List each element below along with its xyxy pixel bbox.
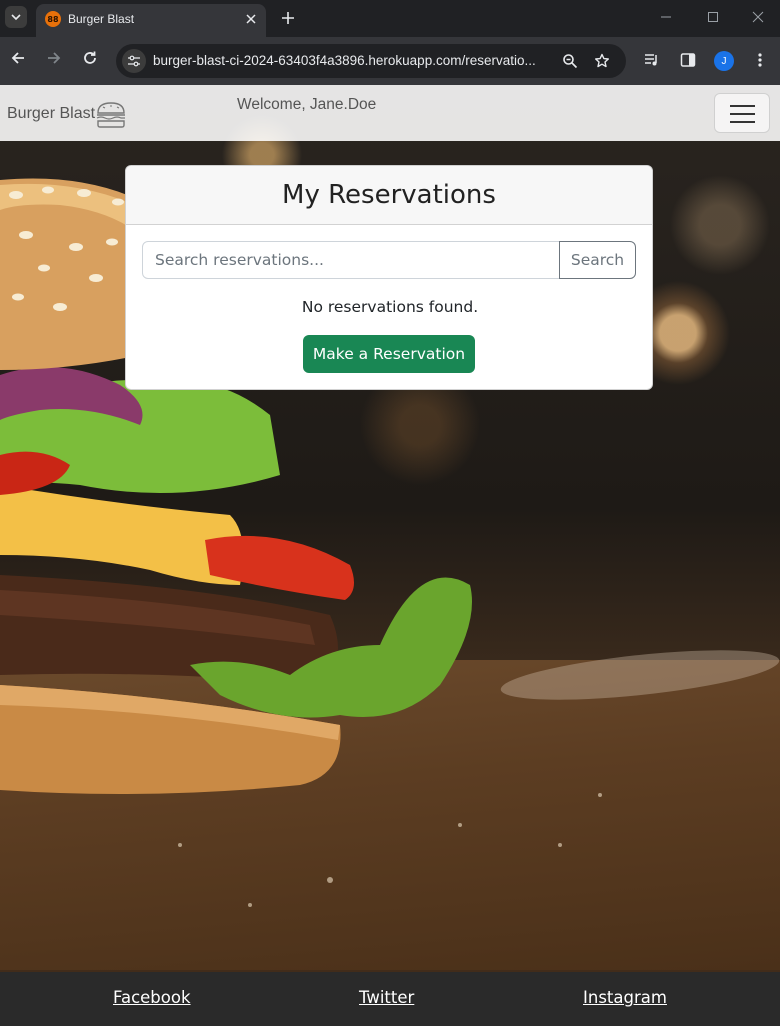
maximize-icon[interactable]: [701, 6, 725, 28]
burger-logo-icon: [96, 102, 125, 128]
hamburger-line: [730, 113, 755, 115]
reservations-card: My Reservations Search No reservations f…: [125, 165, 653, 390]
back-button[interactable]: [6, 48, 30, 72]
search-button[interactable]: Search: [559, 241, 636, 279]
browser-tab[interactable]: 88 Burger Blast: [36, 4, 266, 37]
star-icon[interactable]: [592, 51, 612, 71]
make-reservation-button[interactable]: Make a Reservation: [303, 335, 475, 373]
page-viewport: Burger Blast Welcome, Jane.Doe My Reserv…: [0, 85, 780, 1026]
kebab-menu-icon[interactable]: [749, 49, 771, 71]
search-form: Search: [142, 241, 636, 279]
navbar-toggle-button[interactable]: [714, 93, 770, 133]
zoom-icon[interactable]: [560, 51, 580, 71]
browser-toolbar: burger-blast-ci-2024-63403f4a3896.heroku…: [0, 37, 780, 85]
facebook-link[interactable]: Facebook: [113, 988, 191, 1007]
brand-name[interactable]: Burger Blast: [7, 105, 95, 123]
empty-state-message: No reservations found.: [301, 298, 479, 316]
tab-title: Burger Blast: [68, 12, 135, 26]
browser-tab-bar: 88 Burger Blast: [0, 0, 780, 37]
close-icon[interactable]: [242, 10, 260, 28]
hamburger-menu-icon: [730, 105, 755, 107]
reload-icon: [82, 50, 98, 70]
twitter-link[interactable]: Twitter: [359, 988, 414, 1007]
page-title: My Reservations: [282, 180, 496, 210]
window-close-icon[interactable]: [746, 6, 770, 28]
forward-button[interactable]: [42, 48, 66, 72]
hamburger-line: [730, 121, 755, 123]
tune-icon[interactable]: [122, 49, 146, 73]
side-panel-icon[interactable]: [677, 49, 699, 71]
arrow-right-icon: [46, 50, 62, 70]
plus-icon[interactable]: [278, 8, 298, 28]
chevron-down-icon[interactable]: [5, 6, 27, 28]
url-text[interactable]: burger-blast-ci-2024-63403f4a3896.heroku…: [153, 53, 553, 68]
instagram-link[interactable]: Instagram: [583, 988, 667, 1007]
favicon: 88: [45, 11, 61, 27]
profile-avatar[interactable]: J: [714, 51, 734, 71]
card-header: My Reservations: [126, 166, 652, 225]
site-footer: Facebook Twitter Instagram: [0, 972, 780, 1026]
welcome-message: Welcome, Jane.Doe: [237, 96, 377, 113]
search-input[interactable]: [142, 241, 560, 279]
media-queue-icon[interactable]: [641, 49, 663, 71]
arrow-left-icon: [10, 50, 26, 70]
minimize-icon[interactable]: [654, 6, 678, 28]
site-navbar: Burger Blast Welcome, Jane.Doe: [0, 85, 780, 141]
address-bar[interactable]: burger-blast-ci-2024-63403f4a3896.heroku…: [116, 44, 626, 78]
reload-button[interactable]: [78, 48, 102, 72]
